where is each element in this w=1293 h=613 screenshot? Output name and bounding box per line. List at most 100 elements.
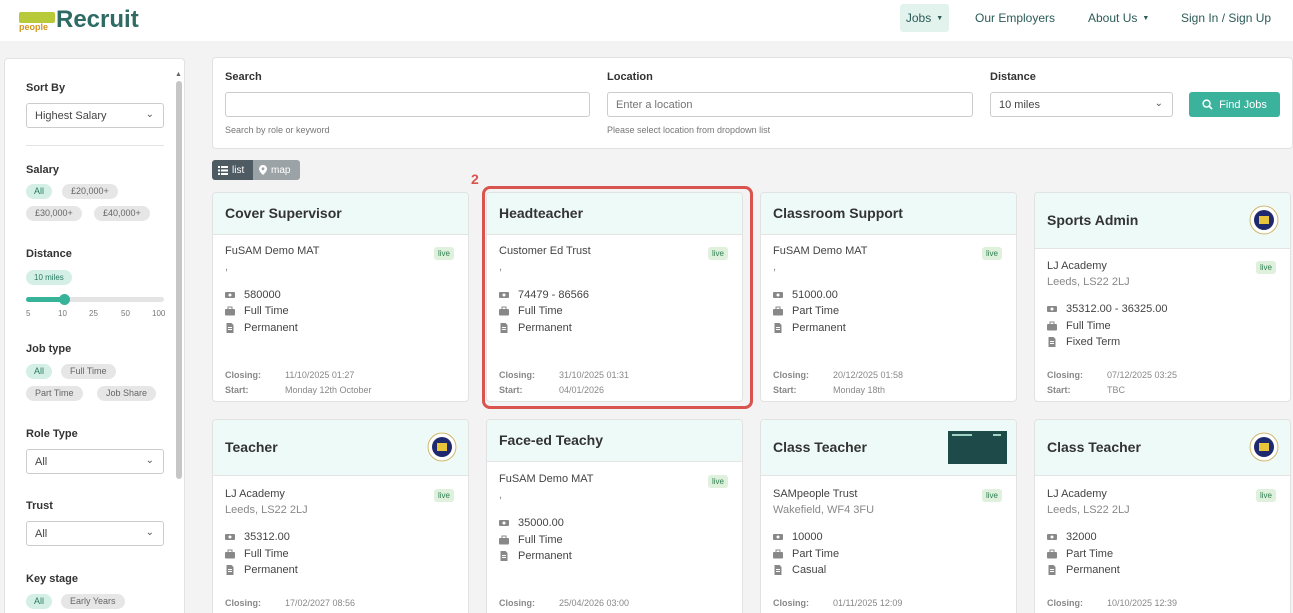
job-title[interactable]: Cover Supervisor — [225, 205, 342, 221]
job-type-label: Job type — [26, 343, 72, 355]
samppeople-recruit-logo[interactable]: people Recruit — [19, 6, 139, 32]
hours-detail: Part Time — [773, 305, 839, 317]
scrollbar-thumb[interactable] — [176, 81, 182, 479]
live-badge: live — [1256, 261, 1277, 274]
hours-detail: Full Time — [225, 305, 289, 317]
contract-detail: Permanent — [225, 564, 298, 576]
nav-jobs[interactable]: Jobs ▼ — [900, 4, 949, 32]
distance-select[interactable]: 10 miles ⌄ — [990, 92, 1173, 117]
employer-name: LJ Academy — [225, 488, 285, 500]
employer-banner-logo — [948, 431, 1007, 464]
trust-select[interactable]: All ⌄ — [26, 521, 164, 546]
start-date: Monday 12th October — [285, 385, 372, 395]
key-stage-pill-all[interactable]: All — [26, 594, 53, 609]
contract-detail: Permanent — [1047, 564, 1120, 576]
nav-our-employers[interactable]: Our Employers — [975, 4, 1055, 32]
logo-text: Recruit — [56, 6, 139, 33]
hours-detail: Full Time — [1047, 320, 1111, 332]
briefcase-icon — [773, 549, 783, 559]
start-label: Start: — [1047, 385, 1071, 395]
annotation-number: 2 — [471, 171, 479, 187]
employer-crest-logo — [1249, 205, 1279, 235]
money-icon — [1047, 534, 1057, 540]
employer-name: FuSAM Demo MAT — [499, 473, 594, 485]
job-card[interactable]: Classroom Support FuSAM Demo MAT live , … — [760, 192, 1017, 402]
salary-detail: 580000 — [225, 289, 281, 301]
job-title[interactable]: Face-ed Teachy — [499, 432, 603, 448]
distance-slider[interactable] — [26, 294, 164, 305]
contract-detail: Fixed Term — [1047, 336, 1120, 348]
closing-label: Closing: — [225, 598, 261, 608]
job-card[interactable]: Class Teacher LJ Academy live Leeds, LS2… — [1034, 419, 1291, 613]
job-title[interactable]: Class Teacher — [773, 439, 867, 455]
distance-slider-ticks: 5 10 25 50 100 — [26, 309, 166, 318]
job-card[interactable]: Face-ed Teachy FuSAM Demo MAT live , 350… — [486, 419, 743, 613]
map-pin-icon — [259, 165, 267, 175]
search-input[interactable] — [225, 92, 590, 117]
hours-detail: Part Time — [773, 548, 839, 560]
hours-detail: Part Time — [1047, 548, 1113, 560]
start-label: Start: — [773, 385, 797, 395]
job-location: Leeds, LS22 2LJ — [1047, 276, 1130, 288]
job-title[interactable]: Class Teacher — [1047, 439, 1141, 455]
salary-detail: 35312.00 - 36325.00 — [1047, 303, 1168, 315]
contract-detail: Permanent — [225, 322, 298, 334]
salary-pill-20k[interactable]: £20,000+ — [62, 184, 118, 199]
salary-pill-30k[interactable]: £30,000+ — [26, 206, 82, 221]
document-icon — [500, 551, 508, 561]
contract-detail: Permanent — [499, 550, 572, 562]
employer-name: LJ Academy — [1047, 488, 1107, 500]
sidebar-scrollbar[interactable]: ▲ — [175, 71, 182, 481]
salary-detail: 35312.00 — [225, 531, 290, 543]
job-card[interactable]: Sports Admin LJ Academy live Leeds, LS22… — [1034, 192, 1291, 402]
find-jobs-button[interactable]: Find Jobs — [1189, 92, 1280, 117]
salary-pill-40k[interactable]: £40,000+ — [94, 206, 150, 221]
map-view-button[interactable]: map — [253, 160, 300, 180]
job-card[interactable]: Cover Supervisor FuSAM Demo MAT live , 5… — [212, 192, 469, 402]
nav-about-us[interactable]: About Us ▼ — [1088, 4, 1149, 32]
annotation-highlight-box — [482, 186, 753, 409]
location-help-text: Please select location from dropdown lis… — [607, 125, 771, 135]
job-title[interactable]: Classroom Support — [773, 205, 903, 221]
key-stage-pill-early-years[interactable]: Early Years — [61, 594, 125, 609]
money-icon — [1047, 306, 1057, 312]
distance-slider-handle[interactable] — [59, 294, 70, 305]
briefcase-icon — [1047, 549, 1057, 559]
closing-label: Closing: — [499, 598, 535, 608]
job-card[interactable]: Class Teacher SAMpeople Trust live Wakef… — [760, 419, 1017, 613]
start-date: TBC — [1107, 385, 1125, 395]
closing-label: Closing: — [773, 598, 809, 608]
job-title[interactable]: Sports Admin — [1047, 212, 1138, 228]
job-title[interactable]: Teacher — [225, 439, 278, 455]
nav-sign-in[interactable]: Sign In / Sign Up — [1181, 4, 1271, 32]
live-badge: live — [982, 247, 1003, 260]
salary-label: Salary — [26, 164, 60, 176]
list-view-button[interactable]: list — [212, 160, 253, 180]
role-type-select[interactable]: All ⌄ — [26, 449, 164, 474]
job-card[interactable]: Teacher LJ Academy live Leeds, LS22 2LJ … — [212, 419, 469, 613]
briefcase-icon — [773, 306, 783, 316]
briefcase-icon — [499, 535, 509, 545]
job-type-pill-full-time[interactable]: Full Time — [61, 364, 116, 379]
salary-pill-all[interactable]: All — [26, 184, 53, 199]
closing-label: Closing: — [1047, 370, 1083, 380]
filter-sidebar: Sort By Highest Salary ⌄ Salary All £20,0… — [4, 58, 185, 613]
closing-date: 10/10/2025 12:39 — [1107, 598, 1178, 608]
employer-crest-logo — [1249, 432, 1279, 462]
view-toggle: list map — [212, 160, 300, 180]
location-input[interactable] — [607, 92, 973, 117]
contract-detail: Permanent — [773, 322, 846, 334]
employer-name: LJ Academy — [1047, 260, 1107, 272]
scroll-up-icon[interactable]: ▲ — [175, 71, 182, 78]
sort-by-select[interactable]: Highest Salary ⌄ — [26, 103, 164, 128]
salary-detail: 35000.00 — [499, 517, 564, 529]
job-type-pill-part-time[interactable]: Part Time — [26, 386, 83, 401]
job-type-pill-all[interactable]: All — [26, 364, 53, 379]
employer-name: FuSAM Demo MAT — [773, 245, 868, 257]
job-type-pill-job-share[interactable]: Job Share — [97, 386, 157, 401]
caret-down-icon: ▼ — [1142, 14, 1150, 22]
distance-value-badge: 10 miles — [26, 270, 72, 285]
briefcase-icon — [225, 549, 235, 559]
document-icon — [774, 565, 782, 575]
salary-detail: 51000.00 — [773, 289, 838, 301]
